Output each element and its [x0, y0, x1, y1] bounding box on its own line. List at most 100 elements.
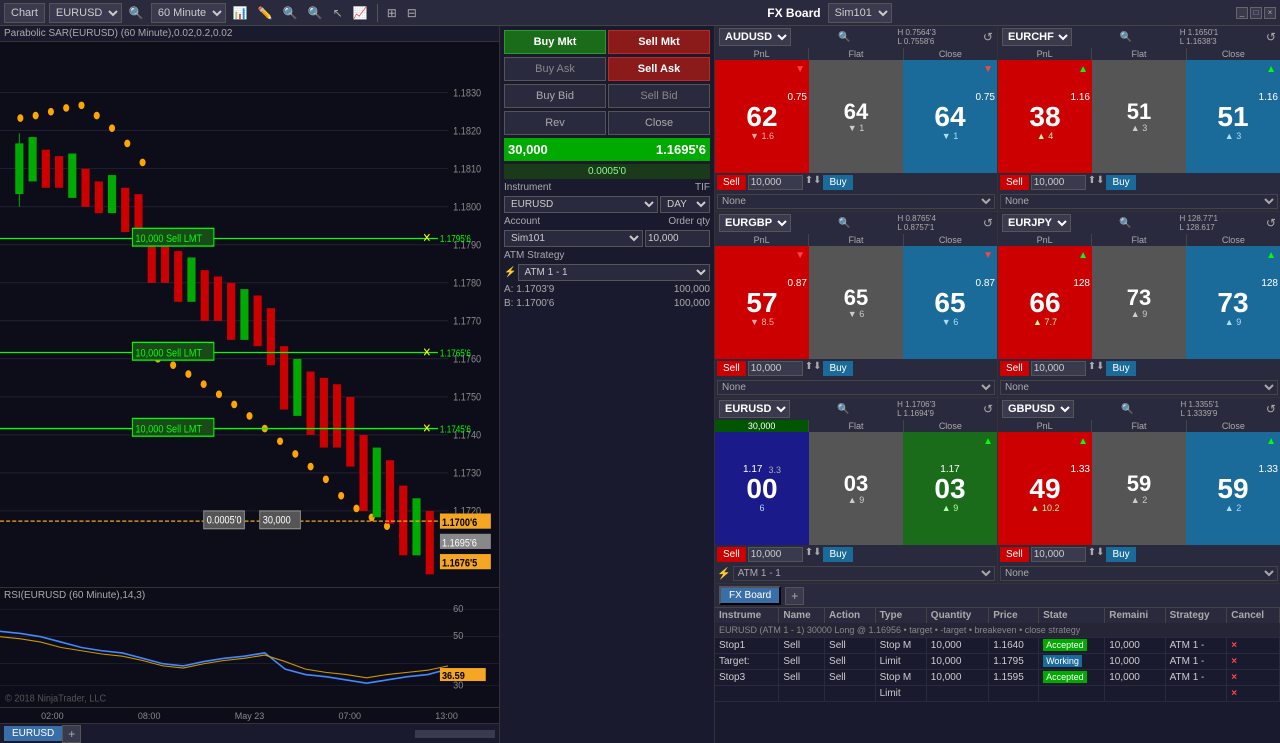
gbpusd-qty-input[interactable] [1031, 547, 1086, 562]
grid-icon[interactable]: ⊟ [404, 4, 420, 22]
add-chart-tab-button[interactable]: + [62, 725, 81, 743]
sell-mkt-button[interactable]: Sell Mkt [608, 30, 710, 54]
gbpusd-flat-cell[interactable]: 59 ▲ 2 [1092, 432, 1186, 545]
audusd-qty-spinner[interactable]: ⬆⬇ [805, 175, 822, 190]
chart-scrollbar[interactable] [295, 730, 495, 738]
eurchf-qty-spinner[interactable]: ⬆⬇ [1088, 175, 1105, 190]
row3-cancel[interactable]: × [1227, 670, 1280, 686]
eurgbp-buy-cell[interactable]: 0.87 65 ▼ 6 ▼ [903, 246, 997, 359]
fx-board-tab[interactable]: FX Board [719, 586, 781, 605]
instrument-select[interactable]: EURUSD [504, 196, 658, 213]
timeframe-select[interactable]: 60 Minute [151, 3, 226, 23]
eurusd-sell-cell[interactable]: 1.17 3.3 00 6 [715, 432, 809, 545]
eurusd-tab[interactable]: EURUSD [4, 726, 62, 741]
gbpusd-sell-button[interactable]: Sell [1000, 547, 1029, 562]
chart-button[interactable]: Chart [4, 3, 45, 23]
column-icon[interactable]: ⊞ [384, 4, 400, 22]
audusd-qty-input[interactable] [748, 175, 803, 190]
gbpusd-select[interactable]: GBPUSD [1002, 400, 1074, 418]
eurjpy-buy-cell[interactable]: 128 73 ▲ 9 ▲ [1186, 246, 1280, 359]
eurgbp-refresh-icon[interactable]: ↺ [983, 216, 993, 230]
eurjpy-refresh-icon[interactable]: ↺ [1266, 216, 1276, 230]
search-icon[interactable]: 🔍 [126, 4, 147, 22]
eurusd-buy-button[interactable]: Buy [823, 547, 852, 562]
eurusd-flat-cell[interactable]: 03 ▲ 9 [809, 432, 903, 545]
symbol-select[interactable]: EURUSD [49, 3, 122, 23]
minimize-button[interactable]: _ [1236, 7, 1248, 19]
zoom-in-icon[interactable]: 🔍 [280, 4, 301, 22]
cursor-icon[interactable]: ↖ [330, 4, 346, 22]
eurchf-refresh-icon[interactable]: ↺ [1266, 30, 1276, 44]
row2-cancel-button[interactable]: × [1231, 656, 1237, 667]
row4-cancel[interactable]: × [1227, 686, 1280, 702]
tif-select[interactable]: DAY [660, 196, 710, 213]
gbpusd-none-select[interactable]: None [1000, 566, 1278, 581]
eurchf-flat-cell[interactable]: 51 ▲ 3 [1092, 60, 1186, 173]
atm-select[interactable]: ATM 1 - 1 [518, 264, 710, 281]
eurusd-qty-input[interactable] [748, 547, 803, 562]
zoom-out-icon[interactable]: 🔍 [305, 4, 326, 22]
eurgbp-sell-button[interactable]: Sell [717, 361, 746, 376]
eurjpy-sell-cell[interactable]: 128 66 ▲ 7.7 ▲ [998, 246, 1092, 359]
sell-bid-button[interactable]: Sell Bid [608, 84, 710, 108]
audusd-select[interactable]: AUDUSD [719, 28, 791, 46]
eurgbp-qty-input[interactable] [748, 361, 803, 376]
row3-cancel-button[interactable]: × [1231, 672, 1237, 683]
row1-cancel-button[interactable]: × [1231, 640, 1237, 651]
draw-icon[interactable]: ✏️ [255, 4, 276, 22]
eurchf-sell-button[interactable]: Sell [1000, 175, 1029, 190]
eurgbp-select[interactable]: EURGBP [719, 214, 791, 232]
eurusd-sell-button[interactable]: Sell [717, 547, 746, 562]
audusd-buy-button[interactable]: Buy [823, 175, 852, 190]
eurjpy-select[interactable]: EURJPY [1002, 214, 1071, 232]
buy-ask-button[interactable]: Buy Ask [504, 57, 606, 81]
chart-icon[interactable]: 📈 [350, 4, 371, 22]
eurgbp-sell-cell[interactable]: 0.87 57 ▼ 8.5 ▼ [715, 246, 809, 359]
sell-ask-button[interactable]: Sell Ask [608, 57, 710, 81]
audusd-refresh-icon[interactable]: ↺ [983, 30, 993, 44]
audusd-none-select[interactable]: None [717, 194, 995, 209]
audusd-buy-cell[interactable]: 0.75 64 ▼ 1 ▼ [903, 60, 997, 173]
audusd-sell-cell[interactable]: 0.75 62 ▼ 1.6 ▼ [715, 60, 809, 173]
row4-cancel-button[interactable]: × [1231, 688, 1237, 699]
row2-cancel[interactable]: × [1227, 654, 1280, 670]
rev-button[interactable]: Rev [504, 111, 606, 135]
audusd-flat-cell[interactable]: 64 ▼ 1 [809, 60, 903, 173]
account-select[interactable]: Sim101 [504, 230, 643, 247]
eurusd-select[interactable]: EURUSD [719, 400, 790, 418]
eurchf-qty-input[interactable] [1031, 175, 1086, 190]
gbpusd-buy-button[interactable]: Buy [1106, 547, 1135, 562]
order-qty-input[interactable] [645, 230, 710, 247]
eurusd-atm-select[interactable]: ATM 1 - 1 [733, 566, 995, 581]
eurusd-refresh-icon[interactable]: ↺ [983, 402, 993, 416]
gbpusd-sell-cell[interactable]: 1.33 49 ▲ 10.2 ▲ [998, 432, 1092, 545]
eurjpy-none-select[interactable]: None [1000, 380, 1278, 395]
close-window-button[interactable]: × [1264, 7, 1276, 19]
gbpusd-buy-cell[interactable]: 1.33 59 ▲ 2 ▲ [1186, 432, 1280, 545]
eurgbp-qty-spinner[interactable]: ⬆⬇ [805, 361, 822, 376]
eurjpy-sell-button[interactable]: Sell [1000, 361, 1029, 376]
eurchf-select[interactable]: EURCHF [1002, 28, 1072, 46]
buy-bid-button[interactable]: Buy Bid [504, 84, 606, 108]
bar-type-icon[interactable]: 📊 [230, 4, 251, 22]
eurjpy-qty-spinner[interactable]: ⬆⬇ [1088, 361, 1105, 376]
eurusd-buy-cell[interactable]: 1.17 03 ▲ 9 ▲ [903, 432, 997, 545]
main-chart[interactable]: 1.1830 1.1820 1.1810 1.1800 1.1790 1.178… [0, 42, 499, 587]
eurgbp-flat-cell[interactable]: 65 ▼ 6 [809, 246, 903, 359]
eurjpy-buy-button[interactable]: Buy [1106, 361, 1135, 376]
buy-mkt-button[interactable]: Buy Mkt [504, 30, 606, 54]
close-button[interactable]: Close [608, 111, 710, 135]
audusd-sell-button[interactable]: Sell [717, 175, 746, 190]
eurgbp-buy-button[interactable]: Buy [823, 361, 852, 376]
sim-account-select[interactable]: Sim101 [828, 3, 892, 23]
eurjpy-qty-input[interactable] [1031, 361, 1086, 376]
gbpusd-qty-spinner[interactable]: ⬆⬇ [1088, 547, 1105, 562]
add-tab-button[interactable]: + [785, 587, 804, 605]
gbpusd-refresh-icon[interactable]: ↺ [1266, 402, 1276, 416]
eurusd-qty-spinner[interactable]: ⬆⬇ [805, 547, 822, 562]
eurchf-buy-cell[interactable]: 1.16 51 ▲ 3 ▲ [1186, 60, 1280, 173]
maximize-button[interactable]: □ [1250, 7, 1262, 19]
eurchf-none-select[interactable]: None [1000, 194, 1278, 209]
row1-cancel[interactable]: × [1227, 638, 1280, 654]
eurgbp-none-select[interactable]: None [717, 380, 995, 395]
